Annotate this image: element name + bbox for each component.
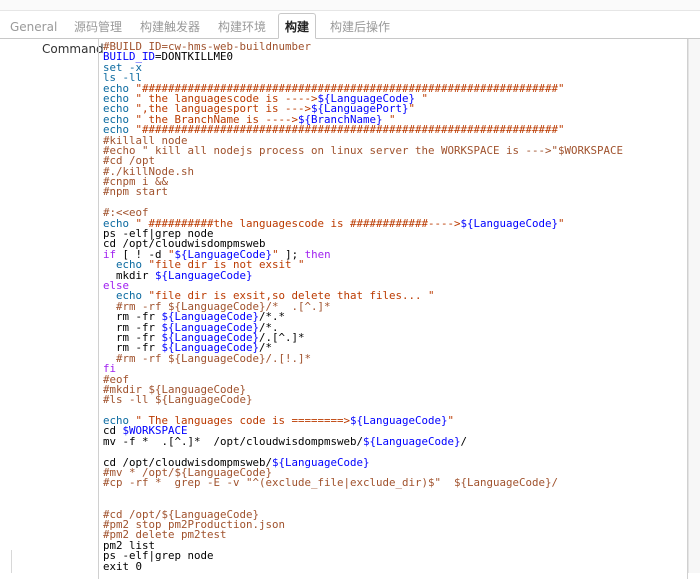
code-line: mkdir ${LanguageCode} — [103, 268, 688, 282]
code-line: #./killNode.sh — [103, 166, 688, 177]
command-label: Command — [42, 42, 104, 56]
tab-build-triggers[interactable]: 构建触发器 — [140, 16, 200, 38]
code-token: mv -f * .[^.]* /opt/cloudwisdompmsweb/ — [103, 434, 364, 448]
code-token: " — [408, 102, 416, 116]
code-line: ​ — [103, 489, 688, 499]
code-line: #cp -rf * grep -E -v "^(exclude_file|exc… — [103, 476, 688, 490]
code-line: #pm2 delete pm2test — [103, 529, 688, 540]
code-token: exit 0 — [103, 559, 143, 573]
code-line: mv -f * .[^.]* /opt/cloudwisdompmsweb/${… — [103, 434, 688, 448]
code-line: fi — [103, 363, 688, 374]
code-line: #echo " kill all nodejs process on linux… — [103, 143, 688, 157]
code-line: BUILD_ID=DONTKILLME0 — [103, 50, 688, 64]
tab-build-environment[interactable]: 构建环境 — [218, 16, 266, 38]
code-token: #npm start — [103, 185, 169, 199]
code-token: then — [304, 247, 331, 261]
tab-build[interactable]: 构建 — [278, 13, 316, 39]
code-token: " — [447, 414, 455, 428]
command-code[interactable]: #BUILD_ID=cw-hms-web-buildnumber BUILD_ID… — [103, 41, 688, 573]
code-line: #cnpm i && — [103, 176, 688, 187]
code-line: ​ — [103, 198, 688, 208]
code-line: #npm start — [103, 185, 688, 199]
config-tab-bar: General 源码管理 构建触发器 构建环境 构建 构建后操作 — [0, 11, 700, 39]
page-scrollbar[interactable] — [688, 39, 700, 573]
code-token: ${LanguageCode} — [350, 414, 448, 428]
code-token: #ls -ll ${LanguageCode} — [103, 393, 253, 407]
code-token: / — [460, 434, 468, 448]
code-line: #rm -rf ${LanguageCode}/.[!.]* — [103, 351, 688, 365]
code-token: " — [415, 91, 429, 105]
code-token: ${LanguageCode} — [272, 455, 370, 469]
code-line: set -x — [103, 62, 688, 73]
code-line: echo " The languages code is ========>${… — [103, 414, 688, 428]
code-token: ${LanguageCode} — [155, 268, 253, 282]
code-token: ${LanguageCode} — [460, 216, 559, 230]
code-token: #echo " kill all nodejs process on linux… — [103, 143, 624, 157]
code-line: ps -elf|grep node — [103, 550, 688, 561]
code-token: #rm -rf ${LanguageCode}/.[!.]* — [103, 351, 312, 365]
code-line: exit 0 — [103, 559, 688, 573]
left-gutter — [3, 550, 12, 573]
code-token: =DONTKILLME0 — [155, 50, 234, 64]
code-token: ${LanguageCode} — [363, 434, 461, 448]
top-strip — [0, 0, 700, 11]
code-token: " — [558, 216, 565, 230]
code-token: #cp -rf * grep -E -v "^(exclude_file|exc… — [103, 476, 559, 490]
tab-post-build-actions[interactable]: 构建后操作 — [330, 16, 390, 38]
code-line: #ls -ll ${LanguageCode} — [103, 393, 688, 407]
tab-general[interactable]: General — [10, 16, 57, 38]
code-token: "#######################################… — [135, 123, 565, 137]
tab-source-control[interactable]: 源码管理 — [74, 16, 122, 38]
code-line: echo "##################################… — [103, 123, 688, 137]
